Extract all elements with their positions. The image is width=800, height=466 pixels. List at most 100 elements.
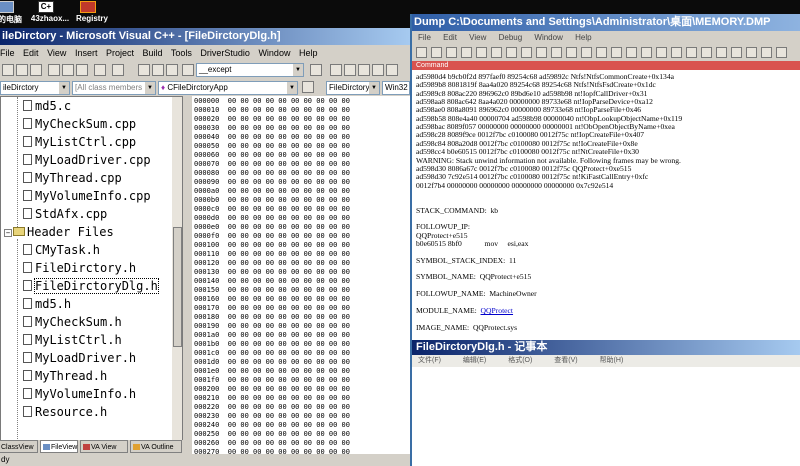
- tree-file-item[interactable]: MyThread.cpp: [23, 169, 122, 187]
- dump-menu-view[interactable]: View: [469, 33, 486, 42]
- workspace-icon[interactable]: [138, 64, 150, 76]
- paste-icon[interactable]: [461, 47, 472, 58]
- dump-menu-file[interactable]: File: [418, 33, 431, 42]
- restart-icon[interactable]: [566, 47, 577, 58]
- font-icon[interactable]: [746, 47, 757, 58]
- chevron-down-icon[interactable]: ▼: [293, 64, 303, 76]
- chevron-down-icon[interactable]: ▼: [369, 82, 379, 94]
- notepad-text-area[interactable]: [412, 367, 800, 466]
- registers-icon[interactable]: [656, 47, 667, 58]
- menu-window[interactable]: Window: [258, 48, 290, 58]
- save-icon[interactable]: [30, 64, 42, 76]
- menu-driverstudio[interactable]: DriverStudio: [200, 48, 250, 58]
- tree-file-item[interactable]: MyLoadDriver.cpp: [23, 151, 151, 169]
- toolbar-icon-a[interactable]: [330, 64, 342, 76]
- find-in-files-icon[interactable]: [182, 64, 194, 76]
- tree-scrollbar[interactable]: [172, 97, 182, 466]
- open-icon[interactable]: [416, 47, 427, 58]
- collapse-toggle-icon[interactable]: −: [4, 229, 12, 237]
- toolbar-icon-c[interactable]: [358, 64, 370, 76]
- go-icon[interactable]: [476, 47, 487, 58]
- menu-help[interactable]: Help: [299, 48, 318, 58]
- toolbar-icon-b[interactable]: [344, 64, 356, 76]
- stop-icon[interactable]: [581, 47, 592, 58]
- toolbar-icon-d[interactable]: [372, 64, 384, 76]
- menu-file[interactable]: File: [0, 48, 15, 58]
- cut-icon[interactable]: [48, 64, 60, 76]
- tree-file-item[interactable]: MyThread.h: [23, 367, 107, 385]
- tree-file-item[interactable]: MyVolumeInfo.cpp: [23, 187, 151, 205]
- copy-icon[interactable]: [62, 64, 74, 76]
- breakpoint-icon[interactable]: [596, 47, 607, 58]
- locals-icon[interactable]: [641, 47, 652, 58]
- copy-icon[interactable]: [446, 47, 457, 58]
- desktop-icon-registry[interactable]: Registry: [62, 0, 122, 28]
- tree-file-item[interactable]: CMyTask.h: [23, 241, 100, 259]
- dump-menu-edit[interactable]: Edit: [443, 33, 457, 42]
- notepad-menu-file[interactable]: 文件(F): [418, 357, 441, 364]
- members-combo[interactable]: [All class members ▼: [72, 81, 156, 95]
- chevron-down-icon[interactable]: ▼: [287, 82, 297, 94]
- window-list-icon[interactable]: [166, 64, 178, 76]
- menu-build[interactable]: Build: [143, 48, 163, 58]
- dump-title-bar[interactable]: Dump C:\Documents and Settings\Administr…: [412, 14, 800, 31]
- source-mode-icon[interactable]: [731, 47, 742, 58]
- wizard-action-icon[interactable]: [302, 81, 314, 93]
- step-over-icon[interactable]: [506, 47, 517, 58]
- module-link[interactable]: QQProtect: [481, 306, 513, 315]
- notepad-menu-format[interactable]: 格式(O): [508, 357, 532, 364]
- redo-icon[interactable]: [112, 64, 124, 76]
- menu-view[interactable]: View: [47, 48, 66, 58]
- tree-file-item[interactable]: Resource.h: [23, 403, 107, 421]
- call-stack-icon[interactable]: [686, 47, 697, 58]
- notepad-title-bar[interactable]: FileDirctoryDlg.h - 记事本: [412, 340, 800, 355]
- memory-icon[interactable]: [671, 47, 682, 58]
- tree-scrollbar-thumb[interactable]: [173, 227, 182, 347]
- chevron-down-icon[interactable]: ▼: [59, 82, 69, 94]
- tree-file-item[interactable]: md5.c: [23, 97, 71, 115]
- run-to-cursor-icon[interactable]: [536, 47, 547, 58]
- tree-file-item[interactable]: md5.h: [23, 295, 71, 313]
- cut-icon[interactable]: [431, 47, 442, 58]
- output-icon[interactable]: [152, 64, 164, 76]
- new-file-icon[interactable]: [2, 64, 14, 76]
- command-icon[interactable]: [611, 47, 622, 58]
- watch-icon[interactable]: [626, 47, 637, 58]
- notepad-menu-help[interactable]: 帮助(H): [600, 357, 624, 364]
- tree-folder[interactable]: − Header Files: [4, 223, 114, 241]
- tab-fileview[interactable]: FileView: [40, 440, 78, 453]
- hex-editor[interactable]: 000000 00 00 00 00 00 00 00 00 00 00 0000…: [192, 96, 410, 466]
- scratch-icon[interactable]: [716, 47, 727, 58]
- project-config-combo[interactable]: FileDirctory ▼: [326, 81, 380, 95]
- toolbar-icon-e[interactable]: [386, 64, 398, 76]
- step-into-icon[interactable]: [491, 47, 502, 58]
- tree-file-item[interactable]: StdAfx.cpp: [23, 205, 107, 223]
- options-icon[interactable]: [761, 47, 772, 58]
- disassembly-icon[interactable]: [701, 47, 712, 58]
- platform-combo[interactable]: Win32: [382, 81, 410, 95]
- menu-insert[interactable]: Insert: [75, 48, 98, 58]
- find-combo[interactable]: __except ▼: [196, 63, 304, 77]
- help-icon[interactable]: [776, 47, 787, 58]
- tab-va-outline[interactable]: VA Outline: [130, 440, 182, 453]
- break-icon[interactable]: [551, 47, 562, 58]
- dump-menu-help[interactable]: Help: [575, 33, 591, 42]
- notepad-menu-edit[interactable]: 编辑(E): [463, 357, 486, 364]
- paste-icon[interactable]: [76, 64, 88, 76]
- menu-edit[interactable]: Edit: [23, 48, 39, 58]
- tree-file-item[interactable]: MyLoadDriver.h: [23, 349, 136, 367]
- menu-tools[interactable]: Tools: [171, 48, 192, 58]
- vc-title-bar[interactable]: ileDirctory - Microsoft Visual C++ - [Fi…: [0, 28, 410, 45]
- dump-menu-debug[interactable]: Debug: [499, 33, 523, 42]
- tab-va-view[interactable]: VA View: [80, 440, 128, 453]
- menu-project[interactable]: Project: [106, 48, 134, 58]
- tree-file-item[interactable]: MyListCtrl.cpp: [23, 133, 136, 151]
- class-combo[interactable]: ileDirctory ▼: [0, 81, 70, 95]
- tree-file-item[interactable]: MyListCtrl.h: [23, 331, 122, 349]
- undo-icon[interactable]: [94, 64, 106, 76]
- step-out-icon[interactable]: [521, 47, 532, 58]
- tab-classview[interactable]: ClassView: [0, 440, 38, 453]
- chevron-down-icon[interactable]: ▼: [145, 82, 155, 94]
- notepad-menu-view[interactable]: 查看(V): [554, 357, 577, 364]
- tree-file-item[interactable]: FileDirctoryDlg.h: [23, 277, 159, 295]
